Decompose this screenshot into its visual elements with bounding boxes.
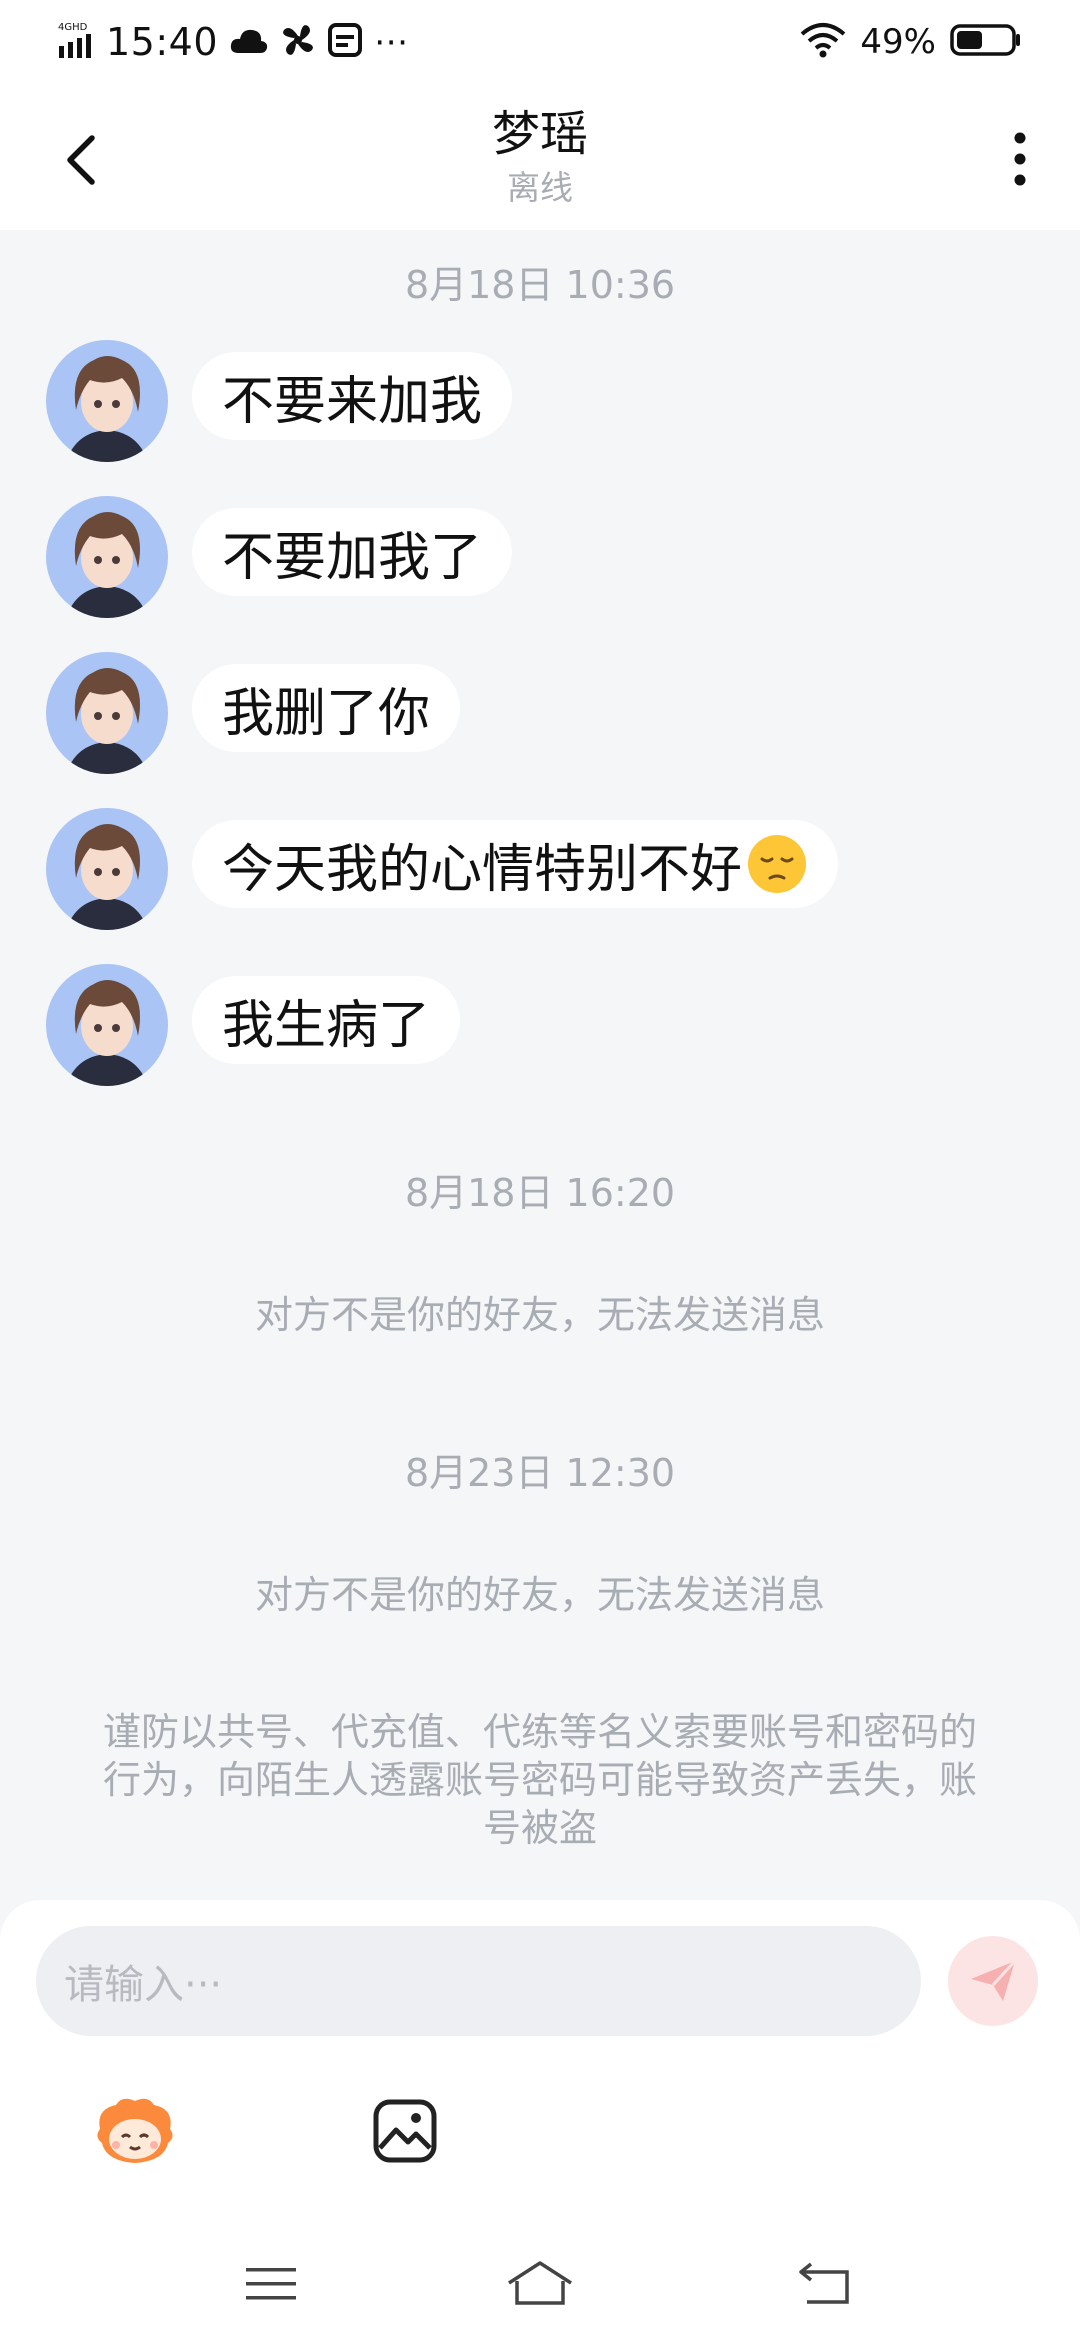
card-icon [328, 23, 363, 61]
sticker-button[interactable] [90, 2086, 180, 2176]
menu-icon [246, 2268, 296, 2300]
menu-nav-button[interactable] [236, 2254, 306, 2314]
message-bubble[interactable]: 今天我的心情特别不好 [192, 820, 839, 908]
image-button[interactable] [360, 2086, 450, 2176]
timestamp: 8月18日 10:36 [404, 263, 676, 307]
contact-name: 梦瑶 [491, 106, 588, 162]
message-row: 不要加我了 [46, 496, 513, 620]
send-button[interactable] [948, 1936, 1038, 2026]
cloud-icon [230, 25, 268, 59]
pensive-face-emoji-icon [748, 835, 807, 893]
more-options-button[interactable] [1000, 124, 1040, 194]
image-icon [373, 2099, 437, 2163]
system-message: 对方不是你的好友，无法发送消息 [254, 1573, 825, 1617]
contact-avatar[interactable] [46, 496, 168, 618]
message-input[interactable]: 请输入··· [36, 1926, 921, 2036]
signal-icon: 4GHD [58, 20, 94, 64]
vertical-dots-icon [1014, 132, 1026, 186]
home-nav-button[interactable] [505, 2254, 575, 2314]
chat-header: 梦瑶 离线 [0, 84, 1080, 230]
system-nav-bar [0, 2220, 1080, 2340]
return-icon [799, 2262, 849, 2304]
input-placeholder: 请输入··· [64, 1962, 223, 2008]
timestamp: 8月23日 12:30 [404, 1451, 676, 1495]
back-nav-button[interactable] [790, 2254, 860, 2314]
battery-percent: 49% [860, 22, 936, 62]
message-text: 今天我的心情特别不好 [222, 839, 743, 900]
contact-avatar[interactable] [46, 964, 168, 1086]
system-message: 对方不是你的好友，无法发送消息 [254, 1293, 825, 1337]
fan-icon [280, 22, 316, 62]
contact-avatar[interactable] [46, 340, 168, 462]
send-icon [971, 1959, 1017, 2001]
more-notifications-icon: ⋯ [374, 22, 409, 62]
sticker-mascot-icon [97, 2098, 173, 2163]
timestamp: 8月18日 16:20 [404, 1171, 676, 1215]
message-row: 我删了你 [46, 652, 461, 776]
security-warning: 谨防以共号、代充值、代练等名义索要账号和密码的行为，向陌生人透露账号密码可能导致… [102, 1710, 977, 1850]
wifi-icon [800, 22, 846, 62]
contact-avatar[interactable] [46, 652, 168, 774]
message-bubble[interactable]: 我生病了 [192, 976, 461, 1064]
svg-text:4GHD: 4GHD [58, 22, 88, 33]
message-bubble[interactable]: 不要加我了 [192, 508, 513, 596]
message-bubble[interactable]: 我删了你 [192, 664, 461, 752]
message-row: 今天我的心情特别不好 [46, 808, 839, 932]
home-icon [508, 2261, 572, 2305]
contact-status: 离线 [507, 168, 573, 207]
battery-icon [950, 22, 1022, 62]
message-row: 不要来加我 [46, 340, 513, 464]
message-row: 我生病了 [46, 964, 461, 1088]
contact-avatar[interactable] [46, 808, 168, 930]
status-time: 15:40 [106, 20, 219, 64]
message-bubble[interactable]: 不要来加我 [192, 352, 513, 440]
chat-area[interactable]: 8月18日 10:36 不要来加我 不要加我了 我删了你 今天我的心情特别不好 … [0, 230, 1080, 1900]
status-bar: 4GHD 15:40 ⋯ 49% [0, 0, 1080, 84]
